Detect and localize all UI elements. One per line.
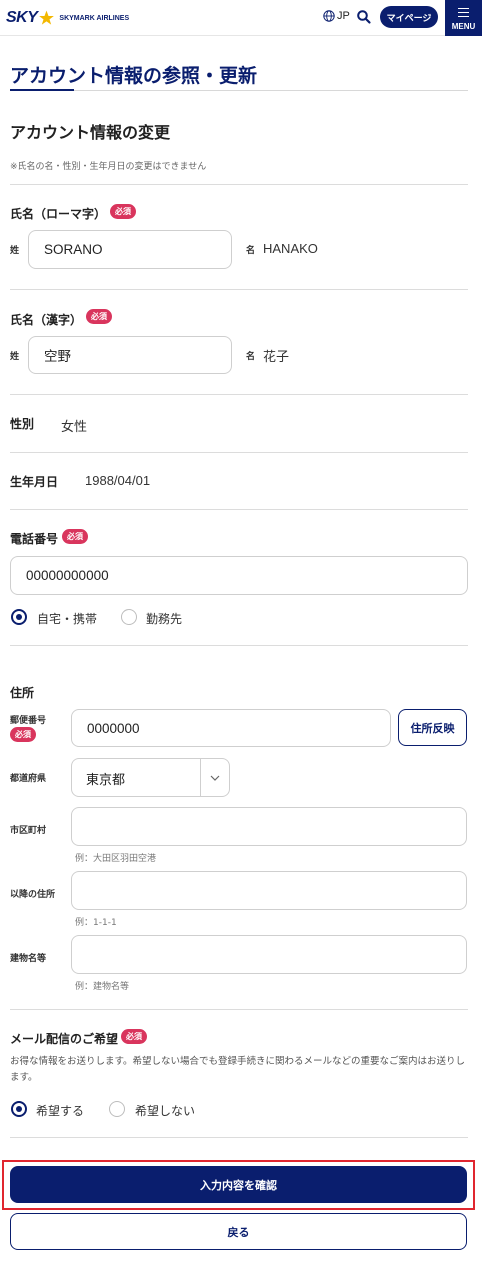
gender-label: 性別 [10,417,35,431]
phone-type-work-label[interactable]: 勤務先 [146,610,182,627]
star-icon [39,10,55,25]
divider [10,645,468,646]
city-label: 市区町村 [10,826,47,836]
name-kanji-label: 氏名（漢字） [10,313,83,327]
phone-label: 電話番号 [10,532,59,546]
divider [10,1009,468,1010]
given-name-label: 名 [246,246,256,256]
phone-type-home-radio[interactable] [11,609,27,625]
language-switcher[interactable]: JP [323,10,350,22]
required-badge: 必須 [62,529,88,544]
title-divider [10,90,468,91]
change-note: ※氏名の名・性別・生年月日の変更はできません [10,162,207,172]
hamburger-icon [458,8,469,20]
select-divider [200,759,201,796]
prefecture-label: 都道府県 [10,774,47,784]
required-badge: 必須 [110,204,136,219]
required-badge: 必須 [86,309,112,324]
given-name-roman-value: HANAKO [263,241,318,256]
phone-type-work-radio[interactable] [121,609,137,625]
divider [10,509,468,510]
phone-type-home-label[interactable]: 自宅・携帯 [37,610,97,627]
required-badge: 必須 [10,727,36,742]
building-input[interactable] [71,935,467,974]
required-badge: 必須 [121,1029,147,1044]
back-button[interactable]: 戻る [10,1213,467,1250]
mail-preference-description: お得な情報をお送りします。希望しない場合でも登録手続きに関わるメールなどの重要な… [10,1056,466,1083]
confirm-button[interactable]: 入力内容を確認 [10,1166,467,1203]
family-name-kanji-input[interactable]: 空野 [28,336,232,374]
postal-code-label: 郵便番号 [10,716,47,726]
divider [10,184,468,185]
postal-code-input[interactable]: 0000000 [71,709,391,747]
street-label: 以降の住所 [10,890,56,900]
mypage-button[interactable]: マイページ [380,6,438,28]
address-label: 住所 [10,686,35,700]
title-accent-bar [10,89,74,91]
mail-opt-in-label[interactable]: 希望する [36,1102,84,1119]
divider [10,1137,468,1138]
birthdate-value: 1988/04/01 [85,473,151,488]
skymark-logo[interactable]: SKY SKYMARK AIRLINES [6,9,129,27]
menu-button[interactable]: MENU [445,0,482,36]
divider [10,289,468,290]
family-name-roman-input[interactable]: SORANO [28,230,232,269]
phone-input[interactable]: 00000000000 [10,556,468,595]
given-name-label: 名 [246,352,256,362]
divider [10,394,468,395]
building-hint: 例：建物名等 [75,982,130,992]
section-title: アカウント情報の変更 [10,123,171,142]
mail-opt-out-radio[interactable] [109,1101,125,1117]
family-name-label: 姓 [10,352,20,362]
prefecture-select[interactable]: 東京都 [71,758,230,797]
given-name-kanji-value: 花子 [263,349,290,364]
mail-preference-label: メール配信のご希望 [10,1032,119,1046]
logo-subtext: SKYMARK AIRLINES [59,14,130,22]
site-header: SKY SKYMARK AIRLINES JP マイページ MENU [0,0,482,36]
city-hint: 例：大田区羽田空港 [75,854,157,864]
logo-text: SKY [6,9,38,26]
gender-value: 女性 [61,419,88,434]
prefecture-selected-value: 東京都 [86,773,126,788]
language-label: JP [337,10,350,22]
menu-label: MENU [451,22,476,31]
address-reflect-button[interactable]: 住所反映 [398,709,467,746]
mail-opt-out-label[interactable]: 希望しない [135,1102,195,1119]
mail-opt-in-radio[interactable] [11,1101,27,1117]
divider [10,452,468,453]
page-title: アカウント情報の参照・更新 [10,65,258,87]
search-icon[interactable] [356,9,372,25]
name-roman-label: 氏名（ローマ字） [10,207,107,221]
street-hint: 例：1-1-1 [75,918,117,928]
building-label: 建物名等 [10,954,47,964]
chevron-down-icon [210,775,220,781]
city-input[interactable] [71,807,467,846]
birthdate-label: 生年月日 [10,475,59,489]
street-input[interactable] [71,871,467,910]
globe-icon [323,10,335,22]
family-name-label: 姓 [10,246,20,256]
